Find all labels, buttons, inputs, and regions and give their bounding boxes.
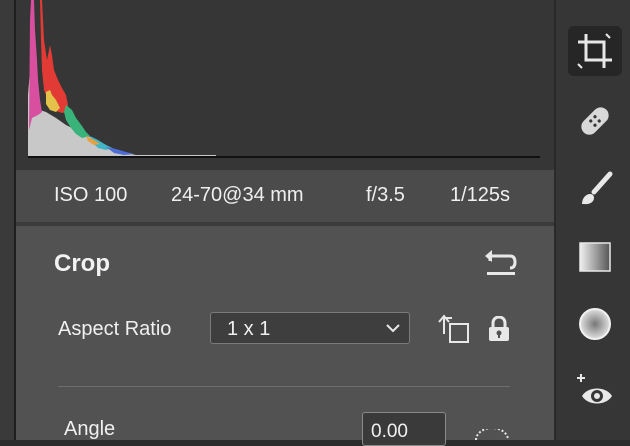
lock-icon[interactable]: [488, 315, 510, 342]
camera-info-bar: ISO 100 24-70@34 mm f/3.5 1/125s: [16, 170, 554, 222]
toolbar-divider: [554, 0, 556, 440]
aspect-ratio-dropdown[interactable]: 1 x 1: [210, 312, 410, 344]
aperture-value: f/3.5: [366, 184, 405, 206]
crop-icon: [577, 33, 612, 69]
crop-tool-button[interactable]: [568, 26, 622, 76]
brush-icon: [582, 171, 613, 205]
left-panel-edge: [0, 0, 14, 440]
straighten-tool-icon[interactable]: [472, 427, 512, 441]
spot-removal-tool-button[interactable]: [568, 96, 622, 146]
radial-filter-button[interactable]: [568, 300, 622, 350]
histogram-red: [40, 0, 68, 113]
histogram: [16, 0, 554, 170]
tool-strip: [554, 0, 630, 440]
shutter-value: 1/125s: [450, 184, 511, 206]
radial-filter-icon: [579, 308, 611, 340]
lens-value: 24-70@34 mm: [171, 184, 304, 206]
angle-field[interactable]: [362, 412, 446, 446]
graduated-filter-button[interactable]: [568, 232, 622, 282]
healing-bandage-icon: [581, 107, 609, 135]
rotate-crop-orientation-icon[interactable]: [436, 312, 472, 346]
angle-label: Angle: [64, 418, 116, 440]
iso-value: ISO 100: [54, 184, 128, 206]
aspect-ratio-label: Aspect Ratio: [58, 318, 172, 340]
crop-panel: Crop Aspect Ratio 1 x 1 Angle: [16, 226, 554, 446]
aspect-ratio-value: 1 x 1: [227, 318, 271, 340]
separator: [58, 386, 510, 387]
histogram-magenta: [29, 0, 42, 130]
red-eye-icon: [577, 374, 612, 404]
chevron-down-icon: [386, 324, 400, 333]
angle-input[interactable]: [363, 413, 445, 445]
red-eye-tool-button[interactable]: [568, 368, 622, 418]
gradient-filter-icon: [579, 242, 611, 272]
panel-title: Crop: [54, 250, 110, 277]
adjustment-brush-button[interactable]: [568, 164, 622, 214]
reset-icon[interactable]: [484, 248, 518, 278]
